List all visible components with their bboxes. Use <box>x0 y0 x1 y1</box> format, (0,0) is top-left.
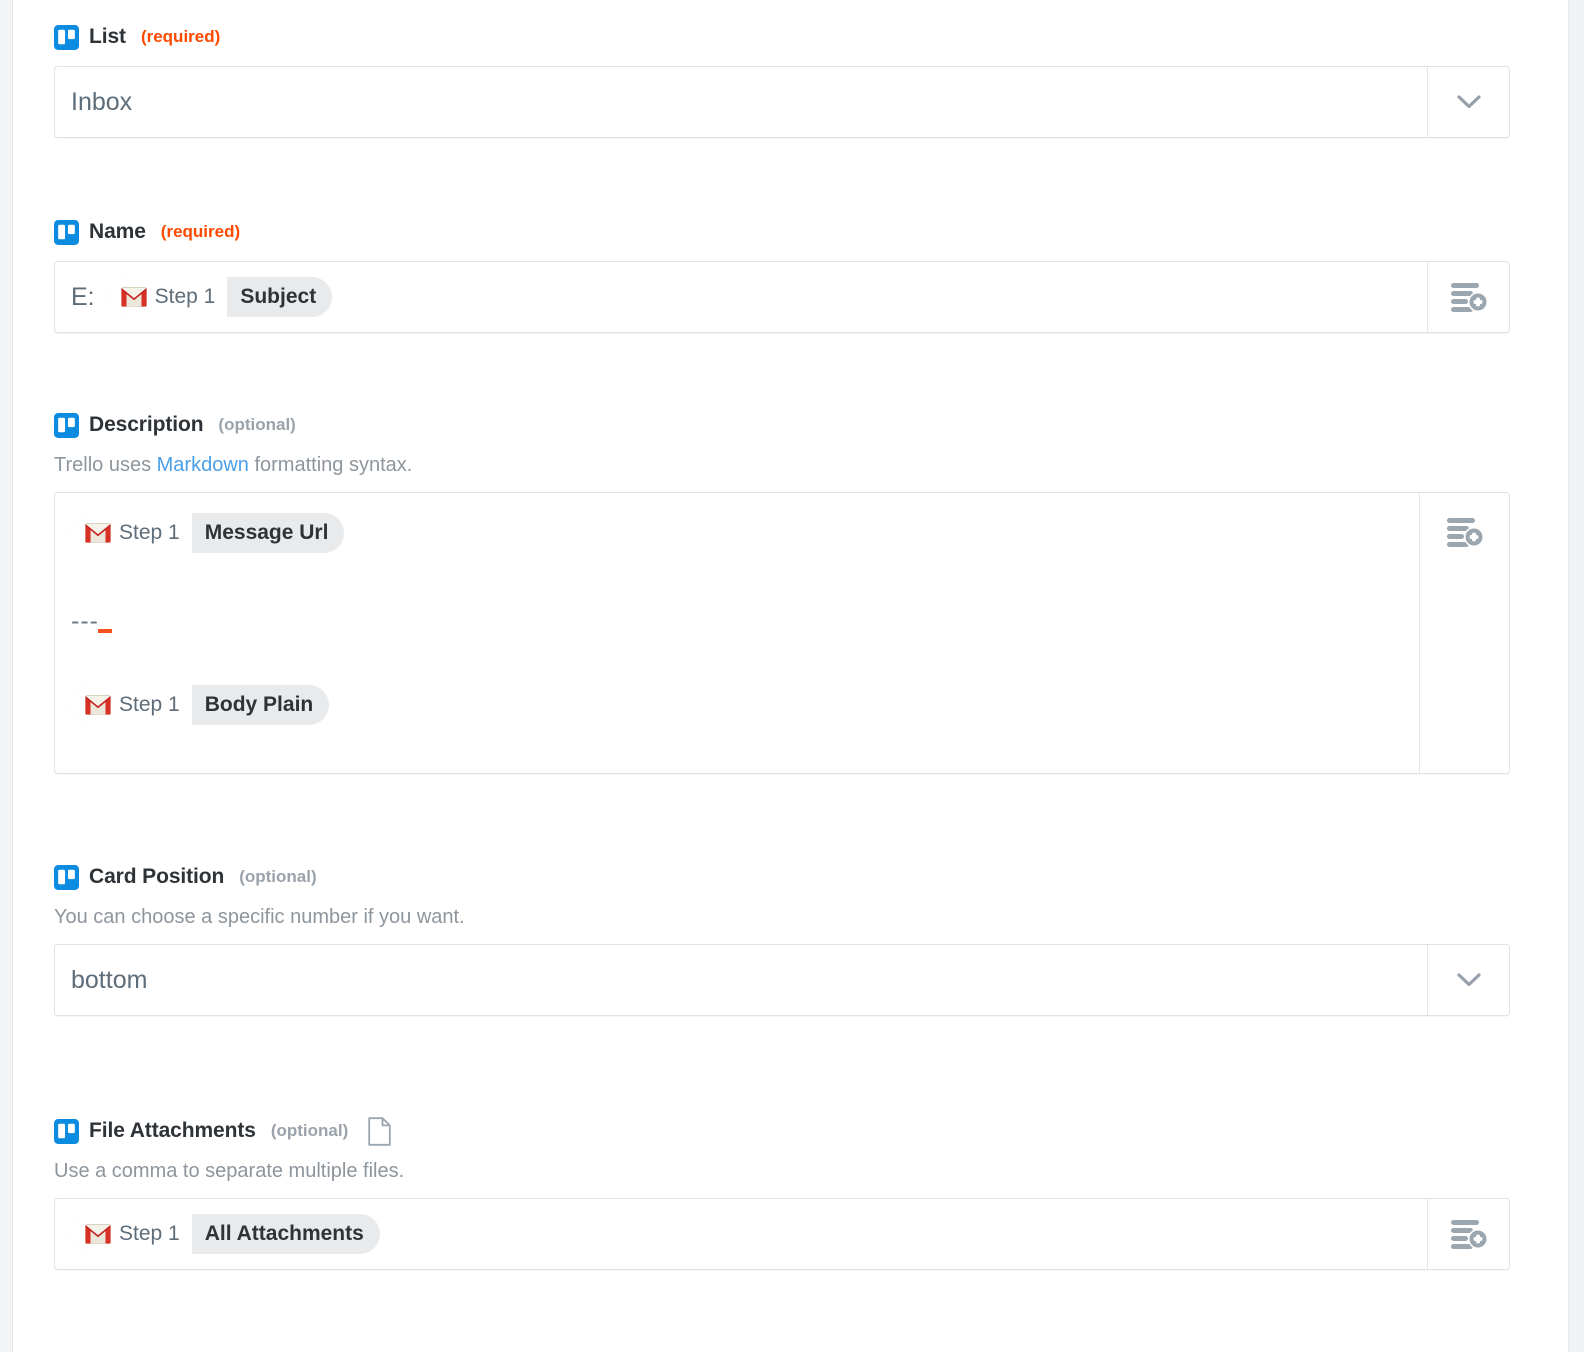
description-token-top-source: Step 1 <box>71 513 192 553</box>
field-card-position: Card Position (optional) You can choose … <box>54 864 1510 1016</box>
trello-icon <box>54 864 79 890</box>
description-helper-before: Trello uses <box>54 454 157 476</box>
text-caret <box>98 629 112 633</box>
field-card-position-label: Card Position <box>89 865 225 888</box>
name-token-field: Subject <box>240 285 317 308</box>
name-insert-field-button[interactable] <box>1427 262 1509 332</box>
description-token-bottom-field: Body Plain <box>204 693 314 716</box>
field-list-label: List <box>89 25 126 48</box>
description-token-top-field: Message Url <box>204 521 329 544</box>
gmail-icon <box>85 523 111 543</box>
trello-icon <box>54 24 79 50</box>
file-attachments-token-pill[interactable]: Step 1 All Attachments <box>71 1214 380 1254</box>
card-position-dropdown-toggle[interactable] <box>1427 945 1509 1015</box>
file-attachments-insert-field-button[interactable] <box>1427 1199 1509 1269</box>
card-position-dropdown-body[interactable]: bottom <box>55 945 1427 1015</box>
description-token-pill-bottom[interactable]: Step 1 Body Plain <box>71 685 330 725</box>
name-prefix-text: E: <box>71 282 95 311</box>
field-file-attachments-label: File Attachments <box>89 1119 256 1142</box>
field-name-label-row: Name (required) <box>54 219 1510 245</box>
name-input-body[interactable]: E: Step 1 Subject <box>55 262 1427 332</box>
name-token-pill[interactable]: Step 1 Subject <box>106 277 333 317</box>
field-card-position-label-row: Card Position (optional) <box>54 864 1510 890</box>
description-insert-field-button[interactable] <box>1419 493 1509 773</box>
description-line-3: Step 1 Body Plain <box>71 685 1403 725</box>
gmail-icon <box>120 287 147 307</box>
trello-icon <box>54 219 79 245</box>
file-attachments-input-body[interactable]: Step 1 All Attachments <box>55 1199 1427 1269</box>
description-blank-line <box>71 553 1403 605</box>
field-description-label: Description <box>89 413 204 436</box>
document-icon <box>368 1116 391 1146</box>
file-attachments-token-field: All Attachments <box>204 1222 364 1245</box>
gmail-icon <box>85 695 111 715</box>
card-position-helper-text: You can choose a specific number if you … <box>54 906 465 928</box>
gmail-icon <box>85 1224 111 1244</box>
description-separator-text: --- <box>71 606 99 635</box>
description-token-bottom-source: Step 1 <box>71 685 192 725</box>
field-list: List (required) Inbox <box>54 24 1510 138</box>
list-dropdown-toggle[interactable] <box>1427 67 1509 137</box>
insert-field-icon <box>1446 518 1484 547</box>
markdown-link[interactable]: Markdown <box>157 454 249 476</box>
list-selected-value: Inbox <box>71 87 133 116</box>
card-position-dropdown[interactable]: bottom <box>54 944 1510 1016</box>
field-file-attachments: File Attachments (optional) Use a comma … <box>54 1116 1510 1270</box>
file-attachments-token-step: Step 1 <box>119 1222 180 1245</box>
field-description-requirement: (optional) <box>218 415 296 434</box>
chevron-down-icon <box>1456 95 1481 109</box>
field-description: Description (optional) Trello uses Markd… <box>54 412 1510 774</box>
trello-icon <box>54 1118 79 1144</box>
insert-field-icon <box>1450 283 1488 312</box>
description-line-1: Step 1 Message Url <box>71 513 1403 553</box>
description-token-top-step: Step 1 <box>119 521 180 544</box>
list-dropdown[interactable]: Inbox <box>54 66 1510 138</box>
description-textarea[interactable]: Step 1 Message Url --- Step 1 Body Plain <box>54 492 1510 774</box>
description-separator-line: --- <box>71 605 1403 637</box>
description-token-bottom-step: Step 1 <box>119 693 180 716</box>
zap-action-setup-form: List (required) Inbox Name (required) E:… <box>0 0 1584 1352</box>
name-input[interactable]: E: Step 1 Subject <box>54 261 1510 333</box>
field-file-attachments-requirement: (optional) <box>270 1121 349 1140</box>
list-dropdown-body[interactable]: Inbox <box>55 67 1427 137</box>
description-textarea-body[interactable]: Step 1 Message Url --- Step 1 Body Plain <box>55 493 1419 773</box>
field-description-label-row: Description (optional) <box>54 412 1510 438</box>
field-file-attachments-label-row: File Attachments (optional) <box>54 1116 1510 1146</box>
form-content: List (required) Inbox Name (required) E:… <box>14 0 1568 1352</box>
file-attachments-input[interactable]: Step 1 All Attachments <box>54 1198 1510 1270</box>
field-card-position-requirement: (optional) <box>239 867 317 886</box>
right-scrollbar-gutter[interactable] <box>1568 0 1584 1352</box>
trello-icon <box>54 412 79 438</box>
field-name-label: Name <box>89 220 146 243</box>
field-list-label-row: List (required) <box>54 24 1510 50</box>
field-name-requirement: (required) <box>160 222 241 241</box>
file-attachments-helper-text: Use a comma to separate multiple files. <box>54 1160 405 1182</box>
description-token-pill-top[interactable]: Step 1 Message Url <box>71 513 345 553</box>
chevron-down-icon <box>1456 973 1481 987</box>
description-helper-after: formatting syntax. <box>248 454 413 476</box>
insert-field-icon <box>1450 1220 1488 1249</box>
field-name: Name (required) E: Step 1 Subject <box>54 219 1510 333</box>
name-token-step: Step 1 <box>154 285 216 308</box>
field-list-requirement: (required) <box>140 27 221 46</box>
card-position-selected-value: bottom <box>71 965 148 994</box>
description-helper-text: Trello uses Markdown formatting syntax. <box>54 453 1510 478</box>
description-blank-line-2 <box>71 637 1403 685</box>
name-token-source: Step 1 <box>106 277 228 317</box>
left-gutter <box>0 0 13 1352</box>
file-attachments-token-source: Step 1 <box>71 1214 192 1254</box>
